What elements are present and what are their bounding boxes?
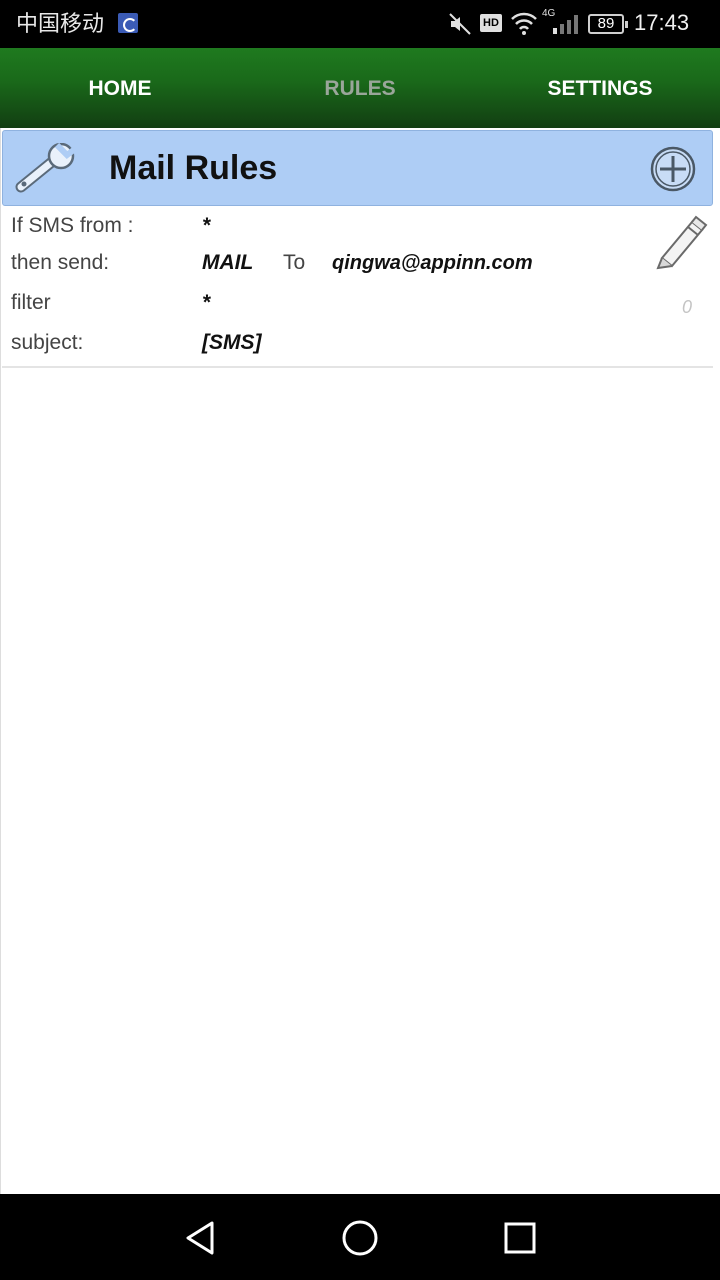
filter-value: * [202,291,211,314]
tab-bar: HOME RULES SETTINGS [0,48,720,128]
rule-item[interactable]: If SMS from : * then send: MAIL To qingw… [2,208,713,368]
tab-home[interactable]: HOME [0,48,240,128]
wifi-icon [511,12,537,35]
pencil-icon[interactable] [652,214,708,270]
filter-label: filter [11,291,51,314]
tab-rules[interactable]: RULES [240,48,480,128]
wrench-icon [15,143,77,193]
screen: 中国移动 HD 4G 89 17:43 HOME RULES SETTINGS … [0,0,720,1280]
home-circle-icon[interactable] [340,1218,380,1258]
from-label: If SMS from : [11,214,134,237]
signal-icon [553,15,578,34]
carrier-app-icon [118,13,138,33]
to-email: qingwa@appinn.com [332,252,533,274]
page-title: Mail Rules [109,149,278,187]
recent-square-icon[interactable] [500,1218,540,1258]
content-border [0,128,1,1194]
clock: 17:43 [634,10,690,35]
mail-rules-header: Mail Rules [2,130,713,206]
mute-icon [449,13,471,35]
status-bar: 中国移动 HD 4G 89 17:43 [0,0,720,48]
send-value: MAIL [202,251,254,274]
rule-count: 0 [682,297,693,317]
battery-indicator: 89 [588,14,628,34]
subject-value: [SMS] [202,331,262,354]
carrier-name: 中国移动 [16,11,105,36]
to-label: To [283,251,306,274]
navigation-bar [0,1194,720,1280]
tab-settings[interactable]: SETTINGS [480,48,720,128]
back-triangle-icon[interactable] [180,1218,220,1258]
subject-label: subject: [11,331,84,354]
send-label: then send: [11,251,110,274]
from-value: * [202,214,211,237]
add-rule-icon[interactable] [649,145,697,193]
hd-badge: HD [480,14,502,32]
